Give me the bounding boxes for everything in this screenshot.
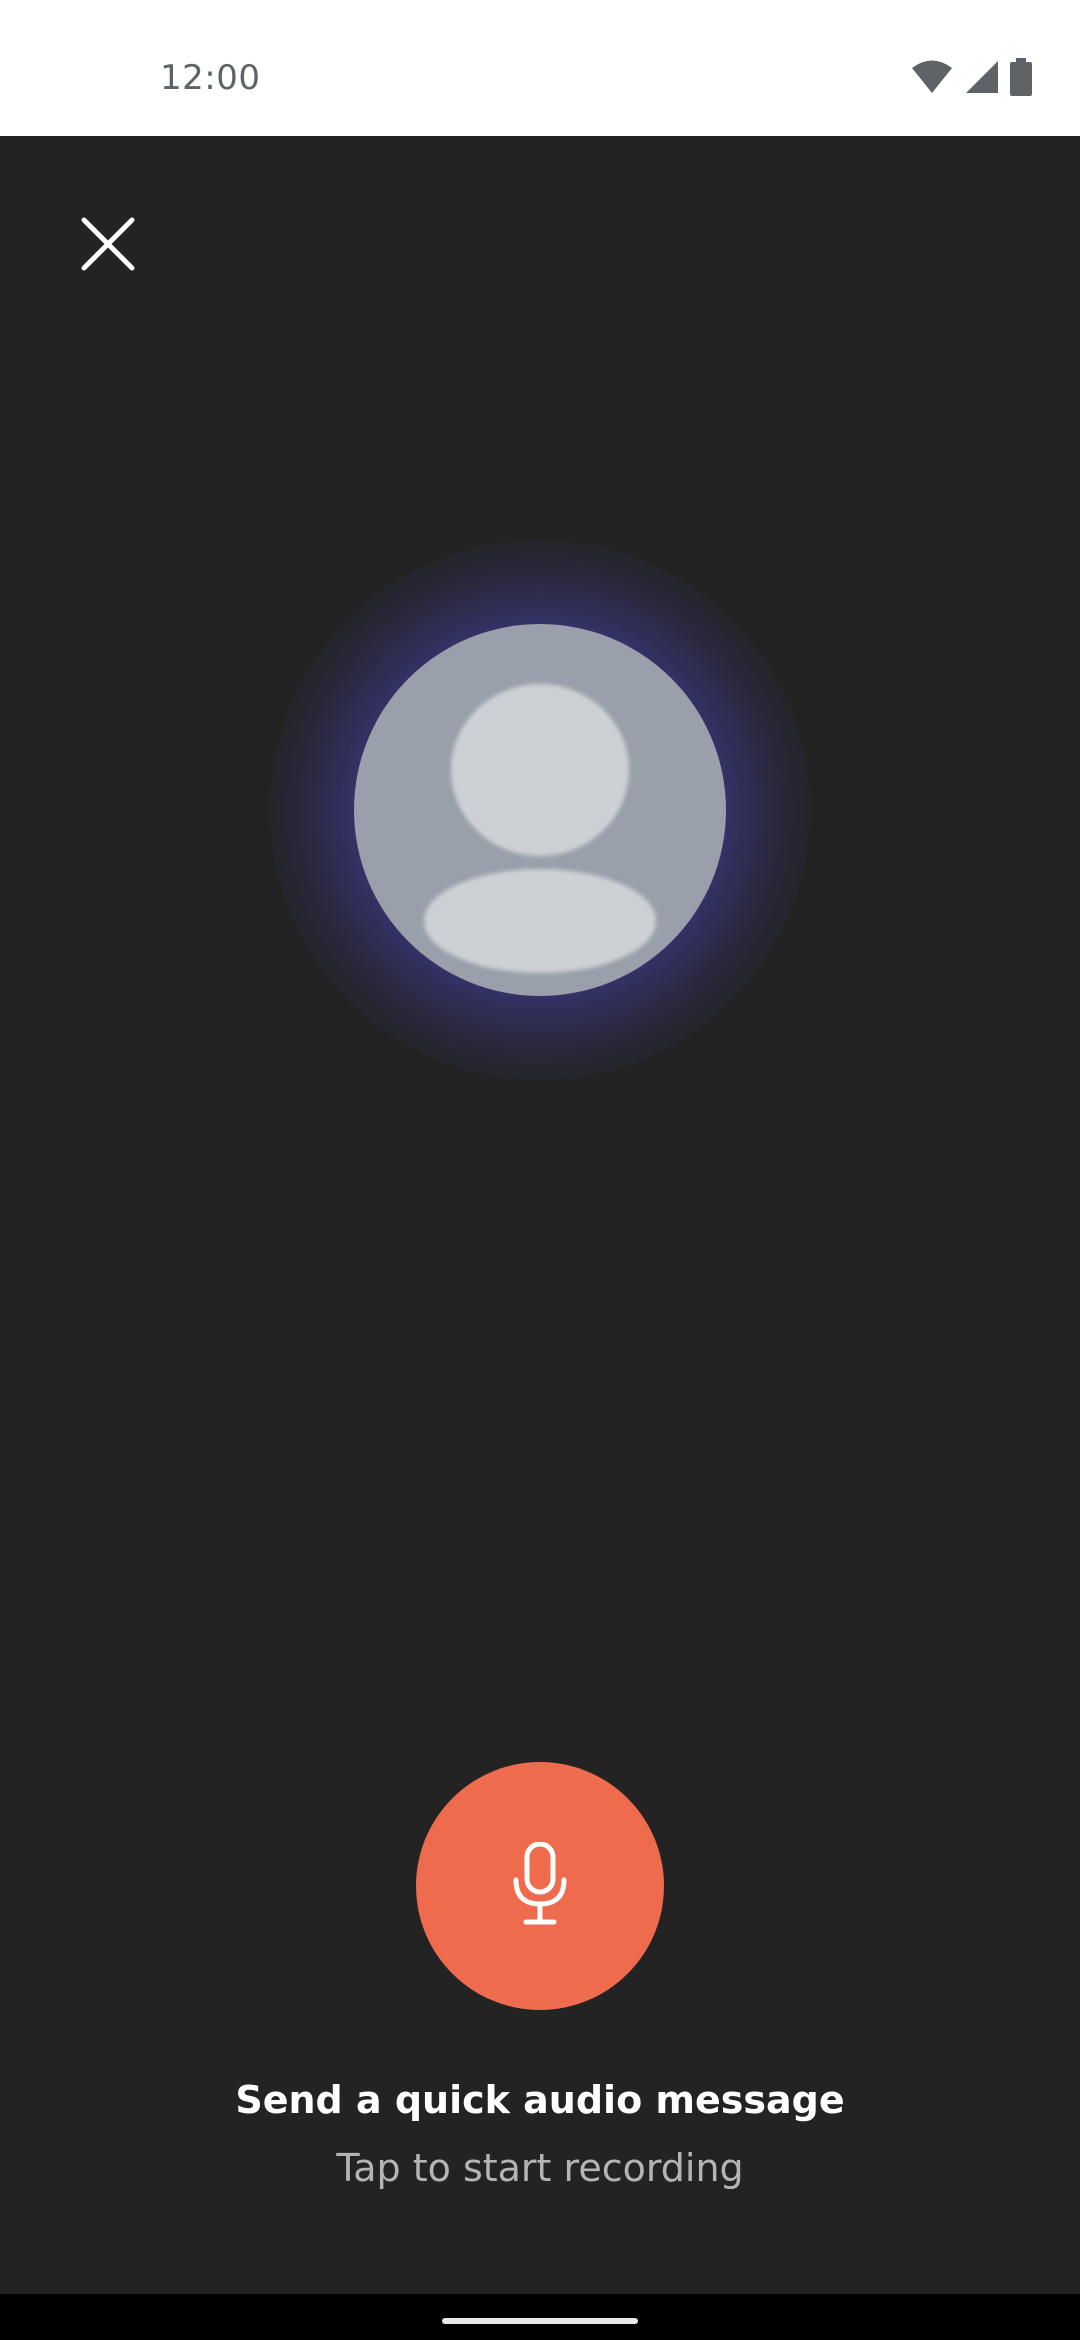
- prompt-subtitle: Tap to start recording: [336, 2146, 744, 2190]
- home-gesture-handle[interactable]: [442, 2318, 638, 2324]
- cellular-signal-icon: [964, 59, 1000, 95]
- avatar-head: [451, 684, 629, 856]
- microphone-icon: [510, 1841, 570, 1930]
- status-icons: [910, 58, 1032, 96]
- close-button[interactable]: [62, 200, 154, 292]
- contact-avatar: [270, 540, 810, 1080]
- status-time: 12:00: [160, 58, 261, 98]
- status-bar: 12:00: [0, 0, 1080, 136]
- navigation-bar: [0, 2294, 1080, 2340]
- record-button[interactable]: [416, 1762, 664, 2010]
- avatar-body: [424, 869, 656, 973]
- wifi-icon: [910, 59, 954, 95]
- close-icon: [80, 216, 136, 276]
- avatar: [354, 624, 726, 996]
- prompt-title: Send a quick audio message: [235, 2078, 845, 2122]
- battery-icon: [1010, 58, 1032, 96]
